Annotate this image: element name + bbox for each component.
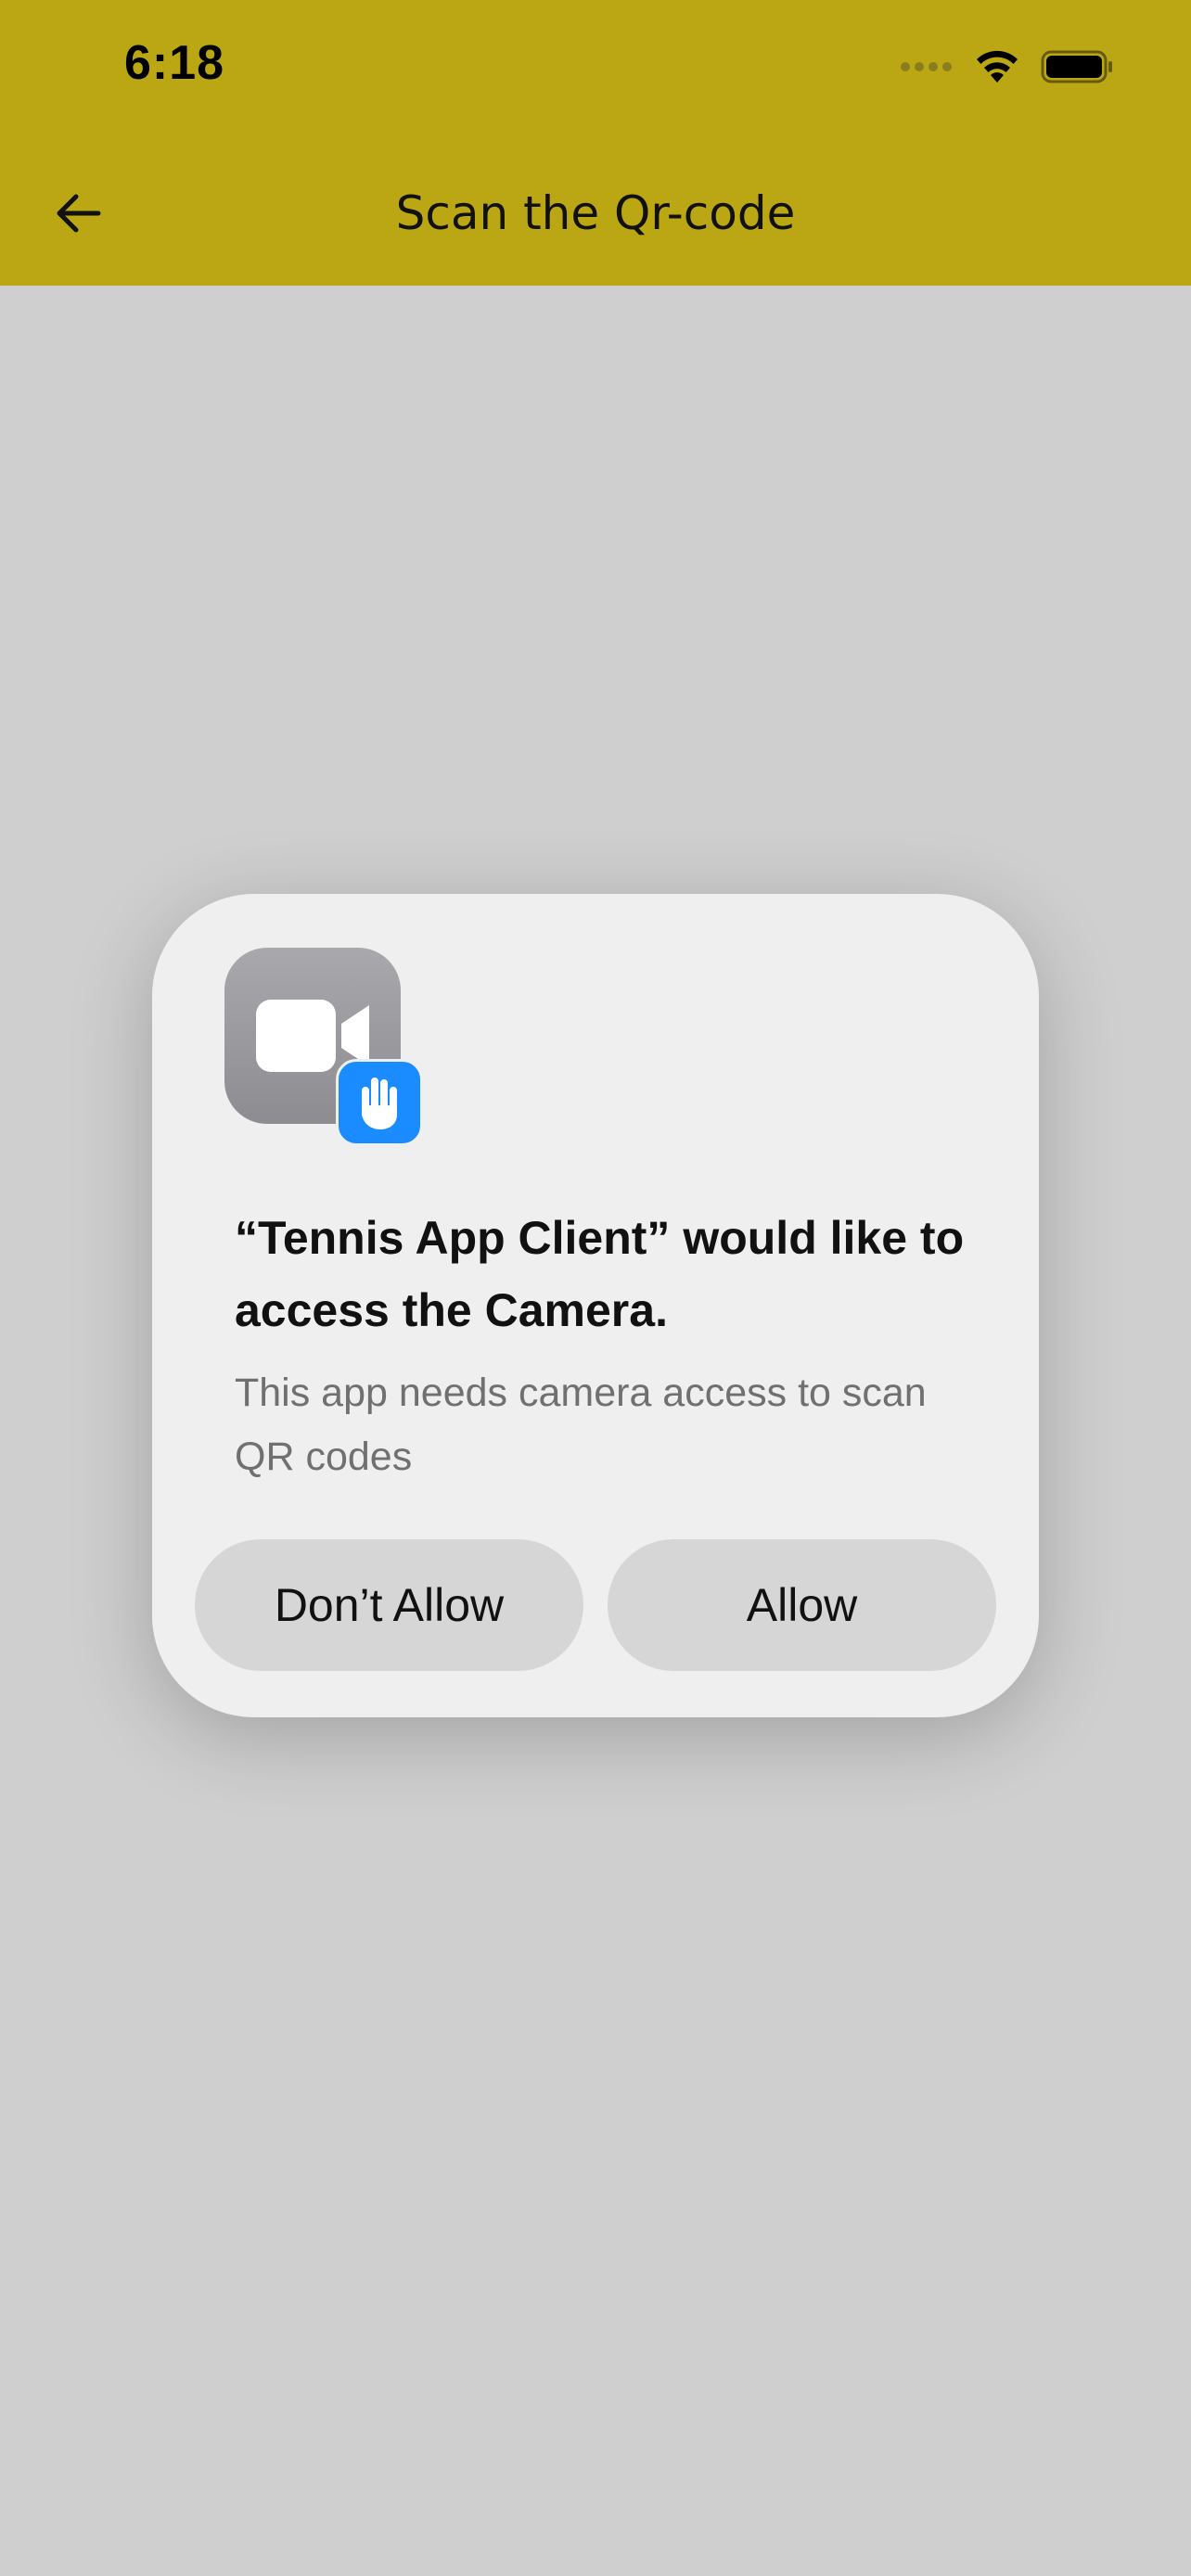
app-bar: Scan the Qr-code bbox=[0, 139, 1191, 286]
dont-allow-button[interactable]: Don’t Allow bbox=[195, 1539, 583, 1671]
dialog-message: This app needs camera access to scan QR … bbox=[235, 1371, 927, 1479]
dialog-buttons: Don’t Allow Allow bbox=[195, 1539, 996, 1671]
dialog-title: “Tennis App Client” would like to access… bbox=[235, 1212, 965, 1336]
signal-icon bbox=[901, 62, 952, 71]
status-time: 6:18 bbox=[124, 36, 225, 90]
permission-dialog: “Tennis App Client” would like to access… bbox=[152, 894, 1039, 1717]
page-title: Scan the Qr-code bbox=[395, 186, 796, 240]
status-icons bbox=[901, 43, 1115, 91]
battery-icon bbox=[1041, 50, 1112, 83]
status-bar: 6:18 bbox=[0, 0, 1191, 139]
hand-stop-icon bbox=[336, 1059, 423, 1146]
allow-button[interactable]: Allow bbox=[608, 1539, 996, 1671]
camera-permission-icon bbox=[224, 948, 423, 1146]
wifi-icon bbox=[977, 50, 1018, 83]
